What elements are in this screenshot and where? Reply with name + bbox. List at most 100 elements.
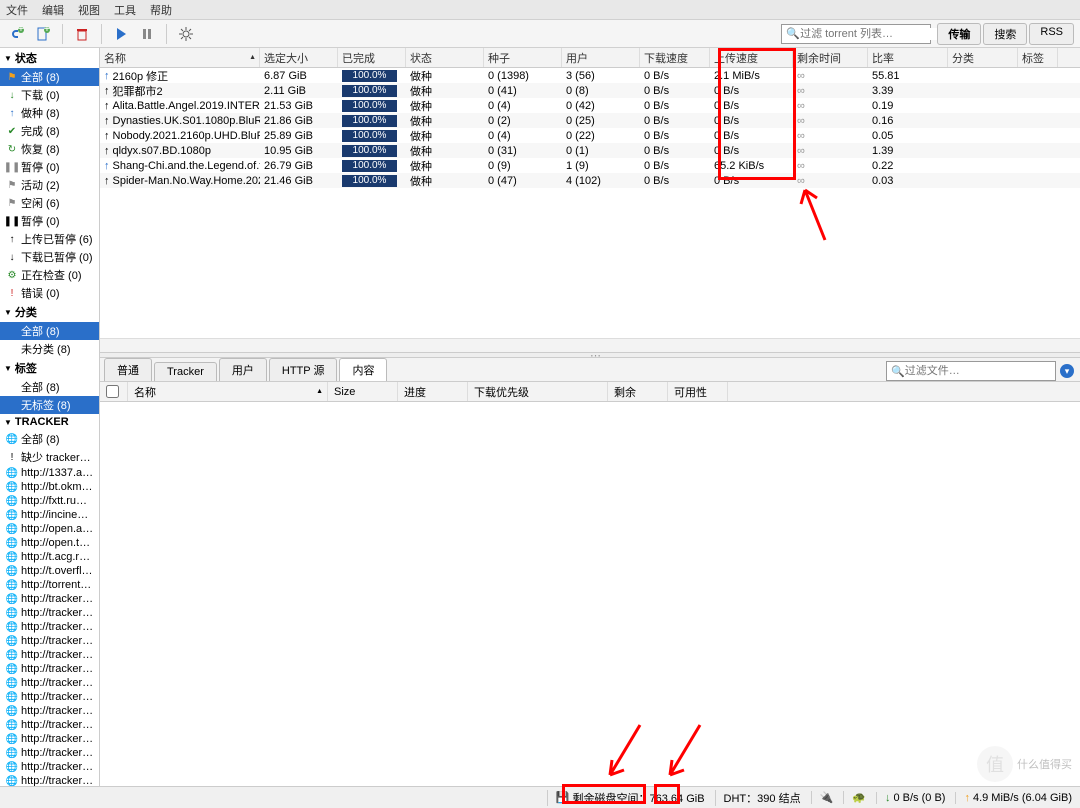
col-state[interactable]: 状态	[406, 48, 484, 67]
torrent-row[interactable]: ↑犯罪都市22.11 GiB100.0%做种0 (41)0 (8)0 B/s0 …	[100, 83, 1080, 98]
sidebar-item[interactable]: 🌐http://torrent…	[0, 578, 99, 592]
lower-tab-tracker[interactable]: Tracker	[154, 362, 217, 381]
sidebar-item[interactable]: 🌐http://t.acg.r…	[0, 550, 99, 564]
lower-tab-content[interactable]: 内容	[339, 358, 387, 381]
content-col[interactable]: 剩余	[608, 382, 668, 401]
sidebar-item[interactable]: 🌐http://open.a…	[0, 522, 99, 536]
content-col[interactable]: 下载优先级	[468, 382, 608, 401]
sidebar-item[interactable]: 🌐http://tracker…	[0, 648, 99, 662]
sidebar-item[interactable]: 🌐http://1337.a…	[0, 466, 99, 480]
filter-files-input[interactable]	[905, 365, 1051, 377]
col-dl[interactable]: 下载速度	[640, 48, 710, 67]
sidebar-item[interactable]: 🌐http://tracker…	[0, 676, 99, 690]
sidebar-item[interactable]: ⚑空闲 (6)	[0, 194, 99, 212]
lower-tab-general[interactable]: 普通	[104, 358, 152, 381]
status-connection-icon[interactable]: 🔌	[811, 791, 834, 804]
sidebar-item[interactable]: 🌐http://tracker…	[0, 704, 99, 718]
torrent-row[interactable]: ↑Shang-Chi.and.the.Legend.of.the…26.79 G…	[100, 158, 1080, 173]
lower-tab-http[interactable]: HTTP 源	[269, 358, 338, 381]
sidebar-item[interactable]: 🌐http://open.t…	[0, 536, 99, 550]
sidebar-item[interactable]: 无标签 (8)	[0, 396, 99, 414]
sidebar-item[interactable]: ⚑活动 (2)	[0, 176, 99, 194]
sidebar-item[interactable]: ✔完成 (8)	[0, 122, 99, 140]
menu-view[interactable]: 视图	[78, 2, 100, 18]
sidebar-item[interactable]: 🌐http://fxtt.ru…	[0, 494, 99, 508]
sidebar-item[interactable]: ↻恢复 (8)	[0, 140, 99, 158]
sidebar-item[interactable]: 🌐http://tracker…	[0, 634, 99, 648]
sidebar-item[interactable]: ⚙正在检查 (0)	[0, 266, 99, 284]
sidebar-item[interactable]: ↓下载已暂停 (0)	[0, 248, 99, 266]
col-done[interactable]: 已完成	[338, 48, 406, 67]
filter-torrents-search[interactable]: 🔍	[781, 24, 931, 44]
torrent-row[interactable]: ↑2160p 修正6.87 GiB100.0%做种0 (1398)3 (56)0…	[100, 68, 1080, 83]
sidebar-tag-head[interactable]: 标签	[0, 358, 99, 378]
settings-button[interactable]	[175, 23, 197, 45]
select-all-checkbox[interactable]	[106, 385, 119, 398]
sidebar-item[interactable]: 全部 (8)	[0, 322, 99, 340]
add-link-button[interactable]: +	[6, 23, 28, 45]
col-time[interactable]: 剩余时间	[793, 48, 868, 67]
col-size[interactable]: 选定大小	[260, 48, 338, 67]
sidebar-item[interactable]: 🌐http://t.overfl…	[0, 564, 99, 578]
sidebar-item[interactable]: 🌐http://tracker…	[0, 760, 99, 774]
tab-rss[interactable]: RSS	[1029, 23, 1074, 45]
content-col[interactable]: 可用性	[668, 382, 728, 401]
sidebar-item[interactable]: 🌐http://tracker…	[0, 690, 99, 704]
menu-help[interactable]: 帮助	[150, 2, 172, 18]
torrent-row[interactable]: ↑Spider-Man.No.Way.Home.2021.2…21.46 GiB…	[100, 173, 1080, 188]
sidebar-status-head[interactable]: 状态	[0, 48, 99, 68]
menu-edit[interactable]: 编辑	[42, 2, 64, 18]
sidebar-item[interactable]: 🌐http://incine…	[0, 508, 99, 522]
tab-transfers[interactable]: 传输	[937, 23, 981, 45]
torrent-row[interactable]: ↑qldyx.s07.BD.1080p10.95 GiB100.0%做种0 (3…	[100, 143, 1080, 158]
sidebar-item[interactable]: 🌐http://tracker…	[0, 718, 99, 732]
sidebar-item[interactable]: 全部 (8)	[0, 378, 99, 396]
col-peers[interactable]: 用户	[562, 48, 640, 67]
sidebar-item[interactable]: 🌐全部 (8)	[0, 430, 99, 448]
sidebar-item[interactable]: 🌐http://tracker…	[0, 774, 99, 786]
close-panel-button[interactable]: ▾	[1060, 364, 1074, 378]
add-file-button[interactable]: +	[32, 23, 54, 45]
play-button[interactable]	[110, 23, 132, 45]
content-col[interactable]	[100, 382, 128, 401]
col-name[interactable]: 名称	[100, 48, 260, 67]
lower-tab-peers[interactable]: 用户	[219, 358, 267, 381]
menu-file[interactable]: 文件	[6, 2, 28, 18]
sidebar-item[interactable]: !缺少 tracker…	[0, 448, 99, 466]
filter-files-search[interactable]: 🔍	[886, 361, 1056, 381]
sidebar-item[interactable]: 🌐http://tracker…	[0, 662, 99, 676]
pause-button[interactable]	[136, 23, 158, 45]
col-tag[interactable]: 标签	[1018, 48, 1058, 67]
sidebar-item[interactable]: ❚❚暂停 (0)	[0, 158, 99, 176]
sidebar-item[interactable]: 🌐http://bt.okm…	[0, 480, 99, 494]
delete-button[interactable]	[71, 23, 93, 45]
content-col[interactable]: Size	[328, 382, 398, 401]
content-col[interactable]: 进度	[398, 382, 468, 401]
sidebar-item[interactable]: 🌐http://tracker…	[0, 606, 99, 620]
tab-search[interactable]: 搜索	[983, 23, 1027, 45]
sidebar-item[interactable]: 🌐http://tracker…	[0, 732, 99, 746]
sidebar-item[interactable]: !错误 (0)	[0, 284, 99, 302]
sidebar-item[interactable]: 🌐http://tracker…	[0, 746, 99, 760]
sidebar-item[interactable]: ↑做种 (8)	[0, 104, 99, 122]
status-alt-speed-icon[interactable]: 🐢	[843, 791, 866, 804]
sidebar-category-head[interactable]: 分类	[0, 302, 99, 322]
torrent-row[interactable]: ↑Alita.Battle.Angel.2019.INTERNA…21.53 G…	[100, 98, 1080, 113]
torrent-row[interactable]: ↑Dynasties.UK.S01.1080p.BluRay…21.86 GiB…	[100, 113, 1080, 128]
sidebar-item[interactable]: ↓下载 (0)	[0, 86, 99, 104]
sidebar-item[interactable]: ⚑全部 (8)	[0, 68, 99, 86]
sidebar-item[interactable]: 🌐http://tracker…	[0, 592, 99, 606]
content-col[interactable]: 名称▲	[128, 382, 328, 401]
sidebar-item[interactable]: ❚❚暂停 (0)	[0, 212, 99, 230]
menu-tools[interactable]: 工具	[114, 2, 136, 18]
col-cat[interactable]: 分类	[948, 48, 1018, 67]
filter-torrents-input[interactable]	[800, 28, 942, 40]
col-seeds[interactable]: 种子	[484, 48, 562, 67]
torrent-row[interactable]: ↑Nobody.2021.2160p.UHD.BluRay…25.89 GiB1…	[100, 128, 1080, 143]
col-ratio[interactable]: 比率	[868, 48, 948, 67]
col-ul[interactable]: 上传速度	[710, 48, 793, 67]
splitter[interactable]	[100, 352, 1080, 358]
sidebar-tracker-head[interactable]: TRACKER	[0, 414, 99, 430]
sidebar-item[interactable]: ↑上传已暂停 (6)	[0, 230, 99, 248]
sidebar-item[interactable]: 未分类 (8)	[0, 340, 99, 358]
